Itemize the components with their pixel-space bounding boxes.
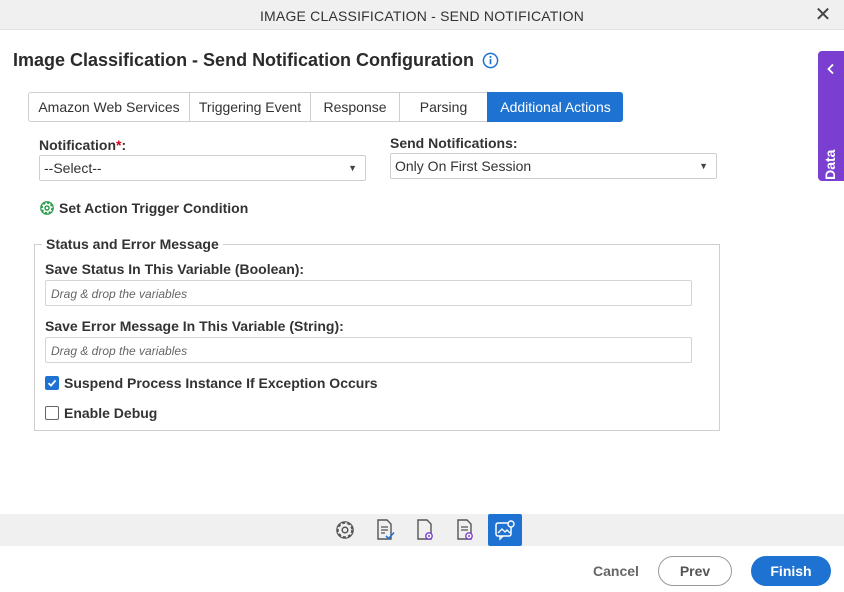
config-tabs: Amazon Web Services Triggering Event Res… (28, 92, 623, 122)
error-variable-label: Save Error Message In This Variable (Str… (45, 318, 344, 334)
image-notification-icon[interactable] (488, 514, 522, 546)
send-notifications-select[interactable]: Only On First Session ▼ (390, 153, 717, 179)
document-check-icon[interactable] (368, 514, 402, 546)
enable-debug-checkbox[interactable]: Enable Debug (45, 405, 157, 421)
page-title-row: Image Classification - Send Notification… (13, 50, 499, 71)
tab-amazon-web-services[interactable]: Amazon Web Services (28, 92, 189, 122)
chevron-down-icon: ▼ (699, 161, 708, 171)
error-variable-dropzone[interactable]: Drag & drop the variables (45, 337, 692, 363)
chevron-left-icon (827, 63, 834, 75)
window-title: IMAGE CLASSIFICATION - SEND NOTIFICATION (259, 8, 585, 24)
notification-label-suffix: : (121, 137, 127, 153)
cancel-button[interactable]: Cancel (584, 556, 648, 586)
send-notifications-select-value: Only On First Session (395, 158, 532, 174)
tab-response[interactable]: Response (310, 92, 399, 122)
tab-parsing[interactable]: Parsing (399, 92, 487, 122)
app-data-label: App Data (822, 149, 838, 211)
suspend-process-label: Suspend Process Instance If Exception Oc… (64, 375, 378, 391)
document-settings-icon[interactable] (448, 514, 482, 546)
window-titlebar: IMAGE CLASSIFICATION - SEND NOTIFICATION… (0, 0, 844, 30)
close-icon[interactable]: ✕ (812, 4, 834, 26)
checkbox-checked-icon (45, 376, 59, 390)
checkbox-unchecked-icon (45, 406, 59, 420)
settings-icon[interactable] (328, 514, 362, 546)
page-title: Image Classification - Send Notification… (13, 50, 475, 70)
notification-select-value: --Select-- (44, 160, 102, 176)
status-variable-label: Save Status In This Variable (Boolean): (45, 261, 305, 277)
status-variable-dropzone[interactable]: Drag & drop the variables (45, 280, 692, 306)
gear-icon (40, 201, 54, 215)
bottom-icon-bar (0, 514, 844, 546)
info-icon[interactable] (482, 52, 499, 69)
trigger-label: Set Action Trigger Condition (59, 200, 249, 216)
prev-button[interactable]: Prev (658, 556, 732, 586)
app-data-panel-toggle[interactable]: App Data (818, 51, 844, 211)
set-action-trigger-condition-link[interactable]: Set Action Trigger Condition (39, 200, 248, 216)
notification-label-text: Notification (39, 137, 116, 153)
status-error-legend: Status and Error Message (42, 236, 223, 252)
enable-debug-label: Enable Debug (64, 405, 158, 421)
document-gear-icon[interactable] (408, 514, 442, 546)
send-notifications-label: Send Notifications: (390, 135, 518, 151)
suspend-process-checkbox[interactable]: Suspend Process Instance If Exception Oc… (45, 375, 378, 391)
finish-button[interactable]: Finish (751, 556, 831, 586)
tab-additional-actions[interactable]: Additional Actions (487, 92, 623, 122)
chevron-down-icon: ▼ (348, 163, 357, 173)
notification-label: Notification*: (39, 137, 126, 153)
notification-select[interactable]: --Select-- ▼ (39, 155, 366, 181)
tab-triggering-event[interactable]: Triggering Event (189, 92, 310, 122)
